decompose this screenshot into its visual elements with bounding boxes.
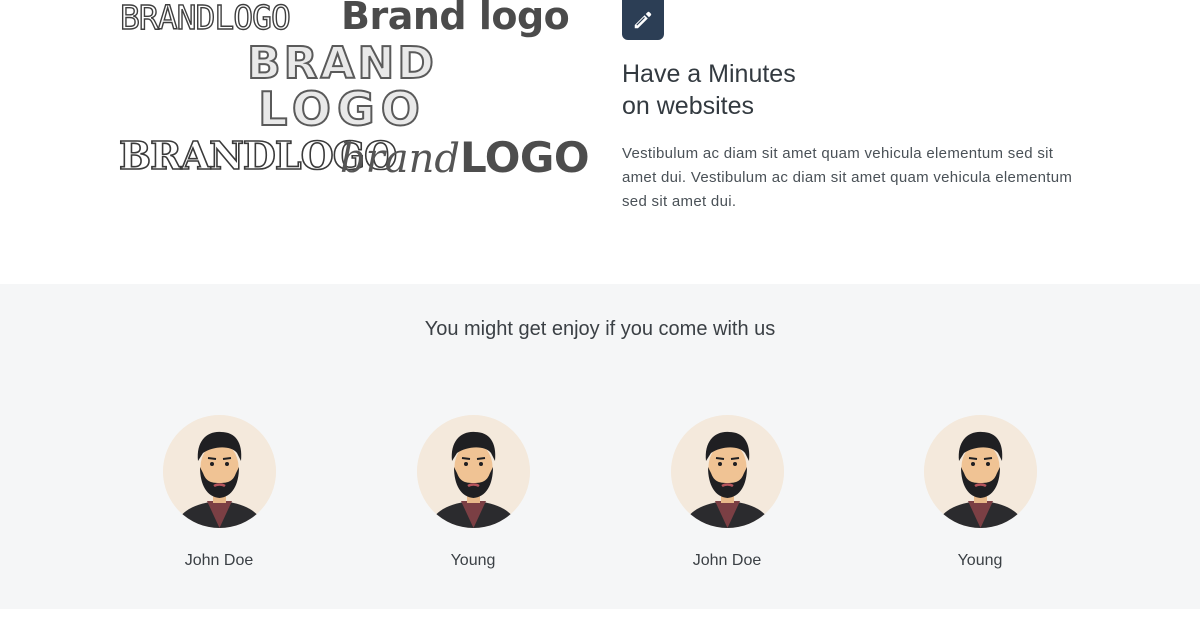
team-member-name: Young <box>450 552 496 569</box>
feature-title-line-2: on websites <box>622 92 755 120</box>
team-member-name: John Doe <box>692 552 762 569</box>
pencil-icon <box>634 11 652 29</box>
team-member-card[interactable]: John Doe <box>139 415 299 570</box>
team-member-card[interactable]: Young <box>900 415 1060 570</box>
feature-title-line-1: Have a Minutes <box>622 60 796 88</box>
avatar-icon <box>670 415 784 528</box>
brand-logo-collage: BRANDLOGO Brand logo BRAND LOGO BRANDLOG… <box>118 0 589 185</box>
feature-icon-badge <box>622 0 664 40</box>
team-member-card[interactable]: Young <box>393 415 553 570</box>
team-member-card[interactable]: John Doe <box>647 415 807 570</box>
feature-description: Vestibulum ac diam sit amet quam vehicul… <box>622 145 1073 210</box>
avatar-icon <box>162 415 276 528</box>
avatar-icon <box>416 415 530 528</box>
avatar-icon <box>923 415 1037 528</box>
brand-logo-bold-part: LOGO <box>459 133 590 182</box>
brand-logo-script: brandLOGO <box>340 133 590 182</box>
brand-logo-script-part: brand <box>340 136 460 182</box>
team-section: You might get enjoy if you come with us … <box>0 284 1200 609</box>
feature-section: BRANDLOGO Brand logo BRAND LOGO BRANDLOG… <box>0 0 1200 284</box>
team-member-name: Young <box>957 552 1003 569</box>
brand-logo-sketch-bottom: LOGO <box>257 81 426 137</box>
feature-title: Have a Minutes on websites <box>622 58 1042 122</box>
brand-logo-bold: Brand logo <box>341 0 570 38</box>
team-heading: You might get enjoy if you come with us <box>424 318 776 340</box>
team-member-name: John Doe <box>184 552 254 569</box>
brand-logo-outline: BRANDLOGO <box>119 0 291 38</box>
